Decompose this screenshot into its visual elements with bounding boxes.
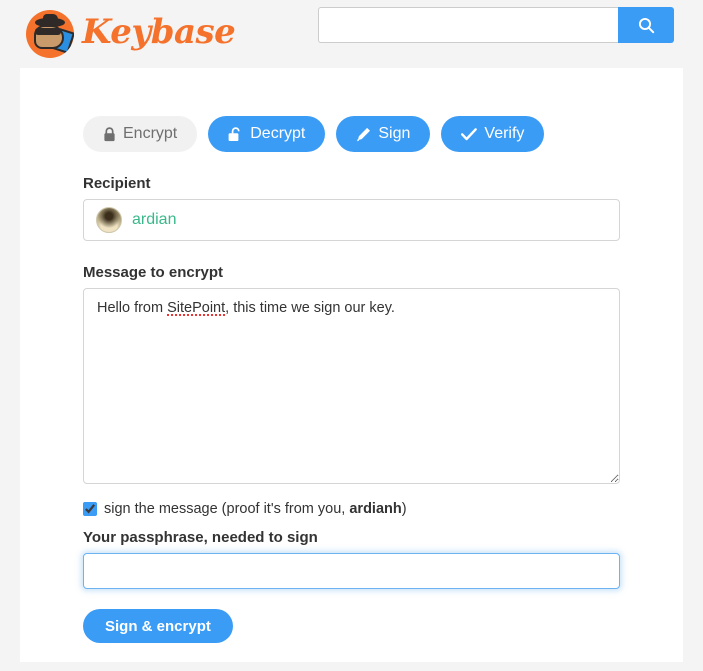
tab-sign[interactable]: Sign bbox=[336, 116, 431, 152]
search-button[interactable] bbox=[618, 7, 674, 43]
lock-open-icon bbox=[228, 126, 240, 141]
sign-text-after: ) bbox=[401, 501, 407, 517]
lock-closed-icon bbox=[104, 126, 115, 141]
recipient-username: ardian bbox=[132, 211, 177, 228]
main-card: Encrypt Decrypt Sign Verify Recipient ar… bbox=[20, 68, 683, 662]
sign-text-before: sign the message (proof it's from you, bbox=[104, 501, 350, 517]
tab-verify-label: Verify bbox=[484, 125, 525, 142]
message-label: Message to encrypt bbox=[83, 264, 224, 281]
passphrase-input[interactable] bbox=[83, 553, 620, 589]
sign-username: ardianh bbox=[349, 501, 402, 517]
brand-logo[interactable]: Keybase bbox=[26, 10, 236, 58]
brand-name: Keybase bbox=[82, 12, 236, 52]
keybase-spy-logo-icon bbox=[26, 10, 74, 58]
sign-message-checkbox[interactable] bbox=[83, 502, 97, 516]
recipient-label: Recipient bbox=[83, 175, 151, 192]
passphrase-label: Your passphrase, needed to sign bbox=[83, 529, 318, 546]
sign-message-text: sign the message (proof it's from you, a… bbox=[104, 501, 407, 517]
tab-decrypt-label: Decrypt bbox=[250, 125, 306, 142]
tab-encrypt[interactable]: Encrypt bbox=[83, 116, 198, 152]
tab-encrypt-label: Encrypt bbox=[123, 125, 178, 142]
mode-tabs: Encrypt Decrypt Sign Verify bbox=[83, 116, 620, 152]
message-input[interactable] bbox=[83, 288, 620, 484]
sign-and-encrypt-button[interactable]: Sign & encrypt bbox=[83, 609, 233, 643]
recipient-input[interactable]: ardian bbox=[83, 199, 620, 241]
tab-decrypt[interactable]: Decrypt bbox=[208, 116, 326, 152]
tab-verify[interactable]: Verify bbox=[441, 116, 545, 152]
check-icon bbox=[461, 127, 478, 140]
page-header: Keybase bbox=[0, 0, 703, 68]
user-avatar bbox=[96, 207, 122, 233]
search-icon bbox=[638, 17, 654, 33]
search-input[interactable] bbox=[318, 7, 618, 43]
sign-message-row: sign the message (proof it's from you, a… bbox=[83, 501, 620, 517]
pencil-icon bbox=[357, 127, 371, 141]
search-bar bbox=[318, 7, 674, 43]
tab-sign-label: Sign bbox=[378, 125, 411, 142]
